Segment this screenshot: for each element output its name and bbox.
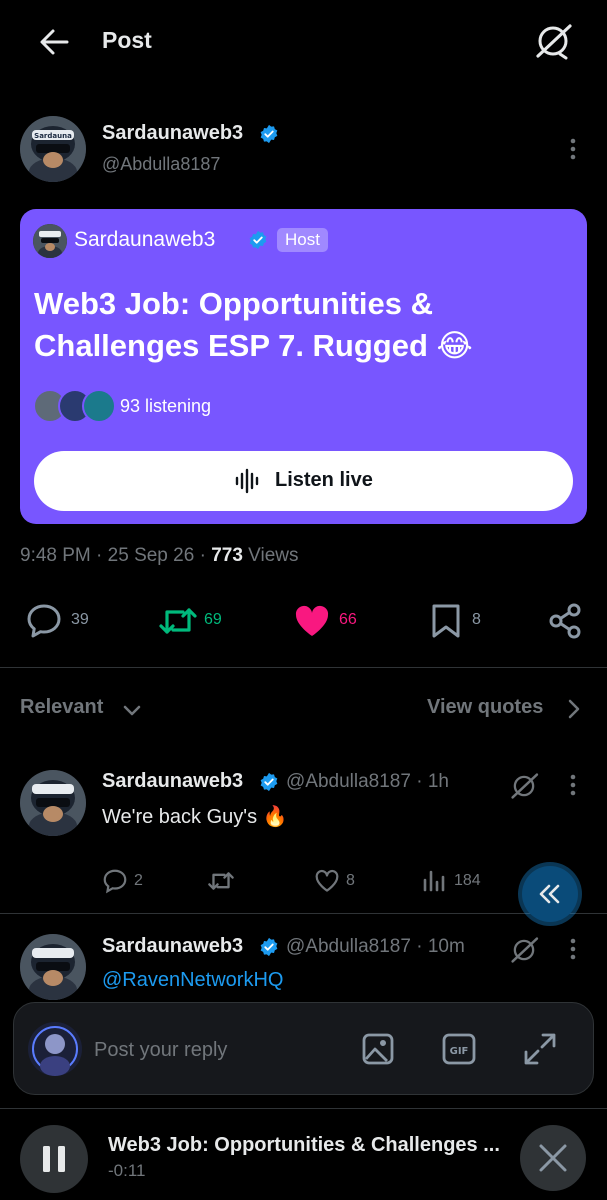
reply-input[interactable] — [94, 1035, 334, 1065]
space-mini-player[interactable]: Web3 Job: Opportunities & Challenges ...… — [0, 1108, 607, 1200]
heart-icon — [315, 869, 339, 892]
bookmark-icon — [432, 604, 460, 638]
space-card[interactable]: Sardaunaweb3 Host Web3 Job: Opportunitie… — [20, 209, 587, 524]
close-icon — [539, 1144, 567, 1172]
space-title: Web3 Job: Opportunities & Challenges ESP… — [34, 286, 473, 363]
grok-icon[interactable] — [532, 20, 574, 62]
repost-action[interactable]: 69 — [158, 600, 238, 640]
share-icon — [549, 603, 581, 639]
player-title: Web3 Job: Opportunities & Challenges ... — [108, 1134, 500, 1156]
player-time: -0:11 — [108, 1161, 146, 1180]
reply-composer: GIF — [13, 1002, 594, 1095]
reply-author-name[interactable]: Sardaunaweb3 — [102, 770, 243, 793]
view-quotes-link[interactable]: View quotes — [427, 696, 543, 719]
reply-action[interactable]: 39 — [25, 600, 105, 640]
views-label: Views — [248, 545, 299, 566]
cap-logo-text: Sardauna — [34, 132, 72, 140]
host-avatar — [33, 224, 67, 258]
author-name[interactable]: Sardaunaweb3 — [102, 122, 243, 145]
reply-icon — [27, 604, 61, 638]
author-handle[interactable]: @Abdulla8187 — [102, 154, 220, 175]
share-action[interactable] — [547, 600, 587, 640]
views-count: 184 — [454, 872, 481, 889]
post-time: 9:48 PM — [20, 545, 91, 566]
grok-icon[interactable] — [508, 770, 540, 802]
author-avatar[interactable]: Sardauna — [20, 116, 86, 182]
reply-count: 2 — [134, 872, 143, 889]
svg-text:GIF: GIF — [450, 1046, 469, 1057]
listener-avatar — [82, 389, 116, 423]
pause-icon — [43, 1146, 65, 1172]
my-avatar — [28, 1022, 82, 1076]
divider — [0, 913, 607, 914]
gif-icon[interactable]: GIF — [441, 1031, 477, 1067]
listen-live-button[interactable]: Listen live — [34, 451, 573, 511]
reply-avatar[interactable] — [20, 770, 86, 836]
verified-badge-icon — [248, 230, 268, 250]
post-meta: 9:48 PM · 25 Sep 26 · 773 Views — [20, 545, 299, 567]
separator: · — [96, 545, 103, 566]
like-action[interactable]: 66 — [293, 600, 373, 640]
bookmark-count: 8 — [472, 611, 481, 628]
post-date: 25 Sep 26 — [107, 545, 195, 566]
like-action[interactable]: 8 — [314, 868, 374, 898]
reply-handle[interactable]: @Abdulla8187 · 1h — [286, 771, 449, 793]
verified-badge-icon — [259, 937, 279, 957]
like-count: 66 — [339, 611, 357, 628]
reply-text: We're back Guy's 🔥 — [102, 806, 288, 828]
separator: · — [199, 545, 206, 566]
repost-count: 69 — [204, 611, 222, 628]
grok-icon[interactable] — [508, 934, 540, 966]
reply-handle[interactable]: @Abdulla8187 · 10m — [286, 936, 465, 958]
image-icon[interactable] — [360, 1031, 396, 1067]
reply-avatar[interactable] — [20, 934, 86, 1000]
more-options-icon[interactable] — [562, 772, 584, 798]
like-count: 8 — [346, 872, 355, 889]
host-badge: Host — [277, 228, 328, 252]
host-name: Sardaunaweb3 — [74, 228, 216, 251]
reply-action[interactable]: 2 — [102, 868, 162, 898]
reply-icon — [103, 869, 127, 894]
views-count: 773 — [211, 545, 243, 566]
views-chart-icon — [423, 870, 445, 892]
divider — [0, 667, 607, 668]
mention-link[interactable]: @RavenNetworkHQ — [102, 969, 283, 992]
chevron-down-icon[interactable] — [122, 700, 142, 720]
listen-live-label: Listen live — [275, 469, 373, 491]
repost-icon — [208, 872, 234, 890]
verified-badge-icon — [259, 772, 279, 792]
verified-badge-icon — [259, 124, 279, 144]
pause-button[interactable] — [20, 1125, 88, 1193]
reply-count: 39 — [71, 611, 89, 628]
repost-action[interactable] — [207, 868, 267, 898]
more-options-icon[interactable] — [562, 136, 584, 162]
listener-count: 93 listening — [120, 396, 212, 416]
collapse-fab-button[interactable] — [522, 866, 578, 922]
views-action[interactable]: 184 — [422, 868, 492, 898]
reply-author-name[interactable]: Sardaunaweb3 — [102, 935, 243, 958]
heart-icon — [295, 605, 329, 636]
back-arrow-icon[interactable] — [36, 24, 72, 60]
repost-icon — [159, 608, 197, 634]
sort-dropdown[interactable]: Relevant — [20, 696, 103, 719]
expand-icon[interactable] — [522, 1031, 558, 1067]
page-title: Post — [102, 27, 152, 53]
top-bar: Post — [0, 0, 607, 84]
audio-waveform-icon — [234, 468, 260, 494]
chevron-right-icon[interactable] — [565, 698, 583, 720]
close-button[interactable] — [520, 1125, 586, 1191]
bookmark-action[interactable]: 8 — [428, 600, 498, 640]
more-options-icon[interactable] — [562, 936, 584, 962]
